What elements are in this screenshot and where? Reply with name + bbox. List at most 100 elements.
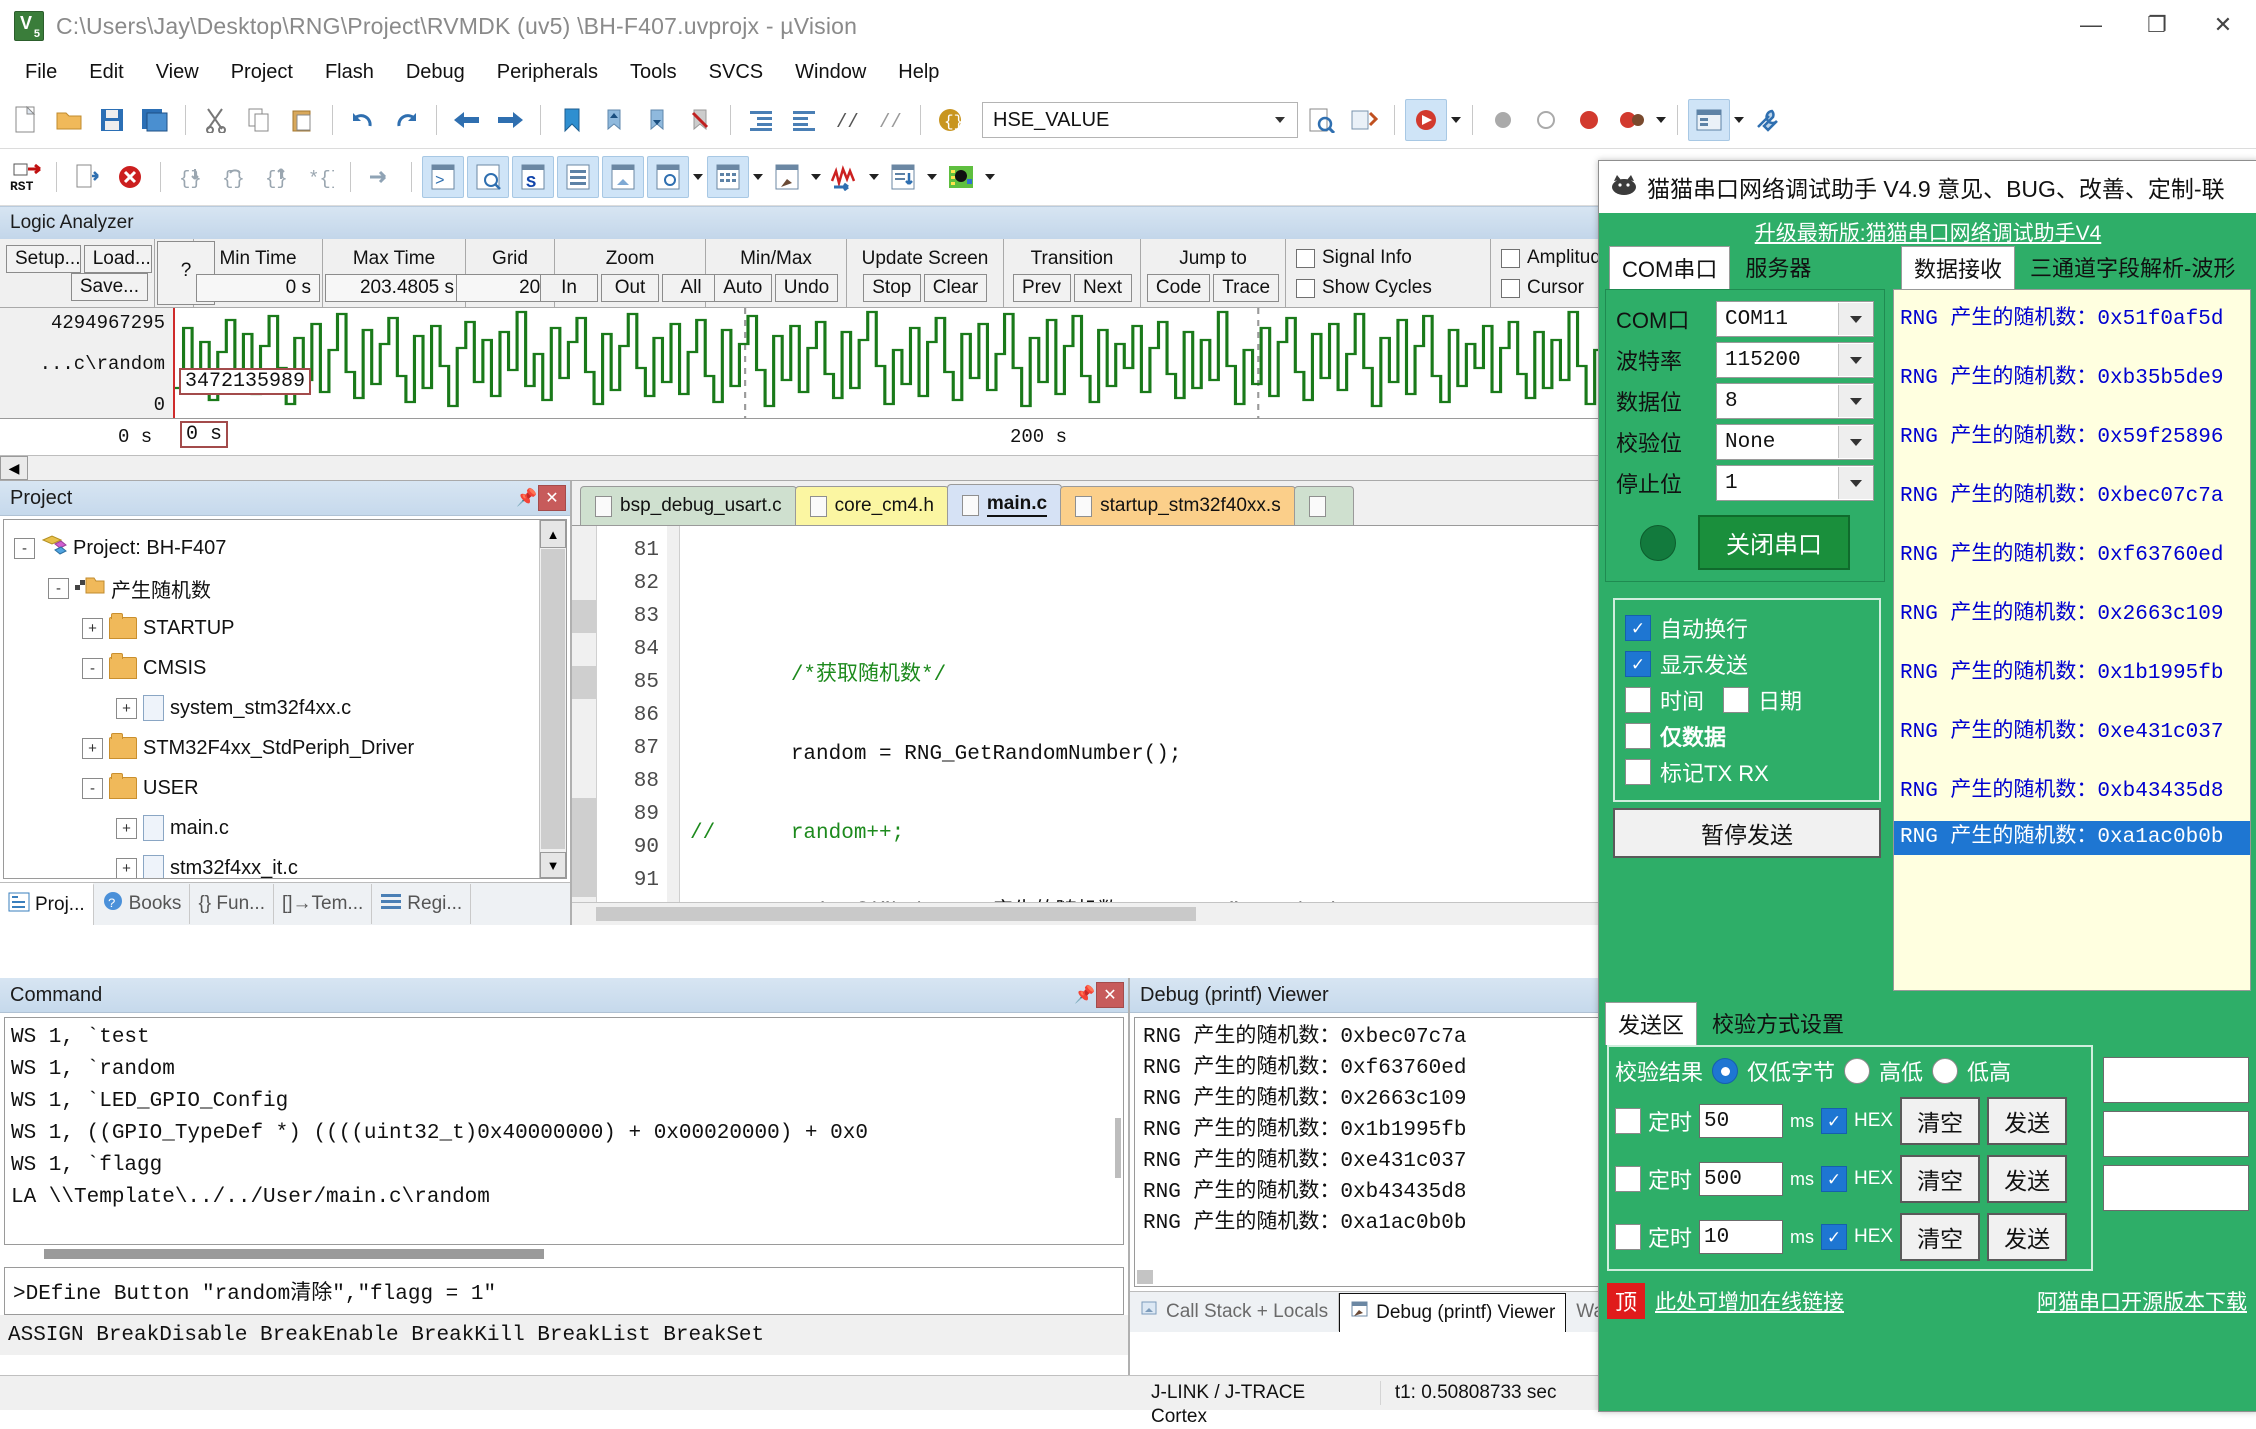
tree-node-target[interactable]: - 产生随机数 [14, 568, 566, 608]
la-min-time-value[interactable]: 0 s [196, 274, 320, 302]
menu-debug[interactable]: Debug [391, 57, 480, 88]
breakpoint-killall-icon[interactable] [1569, 100, 1609, 140]
la-transition-next-button[interactable]: Next [1074, 274, 1132, 302]
command-window-icon[interactable]: > [422, 156, 464, 198]
editor-breakpoint-gutter[interactable] [572, 526, 597, 925]
la-transition-prev-button[interactable]: Prev [1013, 274, 1071, 302]
editor-tab-startup-stm32f40xx-s[interactable]: startup_stm32f40xx.s [1060, 486, 1296, 525]
breakpoint-disable-icon[interactable] [1526, 100, 1566, 140]
send-text-input-1[interactable] [2103, 1057, 2249, 1103]
menu-peripherals[interactable]: Peripherals [482, 57, 613, 88]
redo-icon[interactable] [386, 100, 426, 140]
call-stack-window-icon[interactable] [602, 156, 644, 198]
copy-icon[interactable] [239, 100, 279, 140]
trace-dropdown-icon[interactable] [926, 160, 938, 194]
editor-fold-margin[interactable] [667, 526, 680, 925]
menu-tools[interactable]: Tools [615, 57, 692, 88]
la-load-button[interactable]: Load... [84, 245, 152, 273]
debug-session-icon[interactable] [1405, 99, 1447, 141]
tree-toggle[interactable]: + [82, 618, 103, 639]
bookmark-toggle-icon[interactable] [551, 100, 591, 140]
minimize-button[interactable]: — [2058, 0, 2124, 50]
editor-tab-overflow[interactable] [1294, 486, 1354, 525]
scroll-thumb[interactable] [596, 907, 1196, 921]
top-badge[interactable]: 顶 [1607, 1283, 1645, 1319]
la-jump-code-button[interactable]: Code [1147, 274, 1210, 302]
menu-file[interactable]: File [10, 57, 72, 88]
hex-checkbox-1[interactable] [1821, 1108, 1847, 1134]
la-setup-button[interactable]: Setup... [6, 245, 81, 273]
la-cursor-checkbox[interactable] [1501, 279, 1520, 298]
option-auto-newline[interactable]: 自动换行 [1625, 612, 1869, 644]
memory-dropdown-icon[interactable] [752, 160, 764, 194]
tree-toggle[interactable]: - [82, 658, 103, 679]
project-tree-scrollbar[interactable]: ▲ ▼ [539, 520, 566, 878]
watch-window-icon[interactable] [647, 156, 689, 198]
clear-button-3[interactable]: 清空 [1900, 1213, 1980, 1261]
maximize-button[interactable]: ❐ [2124, 0, 2190, 50]
tree-toggle[interactable]: + [116, 858, 137, 879]
window-layout-dropdown-icon[interactable] [1733, 103, 1745, 137]
step-over-icon[interactable]: {} [214, 157, 254, 197]
open-source-download-link[interactable]: 阿猫串口开源版本下载 [2037, 1286, 2247, 1316]
cut-icon[interactable] [196, 100, 236, 140]
time-checkbox[interactable] [1625, 687, 1651, 713]
radio-low-byte-only[interactable] [1712, 1058, 1738, 1084]
project-tree-container[interactable]: - Project: BH-F407 - 产生随机数 + STARTUP [3, 519, 567, 879]
parity-select[interactable]: None [1716, 424, 1874, 460]
tab-registers[interactable]: Regi... [372, 884, 471, 924]
send-text-input-3[interactable] [2103, 1165, 2249, 1211]
menu-flash[interactable]: Flash [310, 57, 389, 88]
auto-newline-checkbox[interactable] [1625, 615, 1651, 641]
tree-node-user[interactable]: - USER [14, 768, 566, 808]
la-update-stop-button[interactable]: Stop [863, 274, 921, 302]
tree-node-main-c[interactable]: + main.c [14, 808, 566, 848]
tab-send-area[interactable]: 发送区 [1605, 1002, 1697, 1045]
tree-toggle[interactable]: + [116, 698, 137, 719]
navigate-back-icon[interactable] [447, 100, 487, 140]
timer-checkbox-2[interactable] [1615, 1166, 1641, 1192]
tab-data-receive[interactable]: 数据接收 [1901, 246, 2015, 289]
tree-toggle[interactable]: - [82, 778, 103, 799]
la-signal-info-checkbox[interactable] [1296, 249, 1315, 268]
tree-node-stdperiph-driver[interactable]: + STM32F4xx_StdPeriph_Driver [14, 728, 566, 768]
system-viewer-dropdown-icon[interactable] [984, 160, 996, 194]
send-button-2[interactable]: 发送 [1987, 1155, 2067, 1203]
command-vertical-scrollbar[interactable] [1115, 1118, 1121, 1178]
clear-button-1[interactable]: 清空 [1900, 1097, 1980, 1145]
window-layout-icon[interactable] [1688, 99, 1730, 141]
command-input[interactable]: >DEfine Button "random清除","flagg = 1" [4, 1267, 1124, 1315]
tab-server[interactable]: 服务器 [1732, 245, 1824, 289]
mark-tx-rx-checkbox[interactable] [1625, 759, 1651, 785]
find-in-files-icon[interactable] [1301, 100, 1341, 140]
scroll-thumb[interactable] [44, 1249, 544, 1259]
timer-checkbox-1[interactable] [1615, 1108, 1641, 1134]
send-text-input-2[interactable] [2103, 1111, 2249, 1157]
close-port-button[interactable]: 关闭串口 [1698, 515, 1850, 570]
tab-check-method-settings[interactable]: 校验方式设置 [1699, 1001, 1857, 1045]
save-all-icon[interactable] [135, 100, 175, 140]
stop-icon[interactable] [110, 157, 150, 197]
option-mark-tx-rx[interactable]: 标记TX RX [1625, 756, 1869, 788]
tab-com-serial[interactable]: COM串口 [1609, 246, 1730, 289]
la-amplitude-checkbox[interactable] [1501, 249, 1520, 268]
com-port-select[interactable]: COM11 [1716, 301, 1874, 337]
open-file-icon[interactable] [49, 100, 89, 140]
close-icon[interactable]: ✕ [538, 485, 566, 511]
la-update-clear-button[interactable]: Clear [924, 274, 987, 302]
system-viewer-icon[interactable] [941, 157, 981, 197]
editor-tab-core-cm4-h[interactable]: core_cm4.h [795, 486, 949, 525]
la-zoom-in-button[interactable]: In [540, 274, 598, 302]
symbols-window-icon[interactable]: S [512, 156, 554, 198]
la-save-button[interactable]: Save... [71, 273, 148, 301]
send-button-1[interactable]: 发送 [1987, 1097, 2067, 1145]
la-show-cycles-row[interactable]: Show Cycles [1288, 273, 1488, 303]
comment-icon[interactable]: // [827, 100, 867, 140]
analysis-dropdown-icon[interactable] [868, 160, 880, 194]
la-max-time-value[interactable]: 203.4805 s [325, 274, 463, 302]
tab-functions[interactable]: {} Fun... [190, 884, 274, 924]
tab-templates[interactable]: []→Tem... [274, 884, 372, 924]
trace-window-icon[interactable] [883, 157, 923, 197]
debug-resize-grip[interactable] [1137, 1270, 1153, 1284]
scroll-thumb[interactable] [541, 549, 565, 849]
